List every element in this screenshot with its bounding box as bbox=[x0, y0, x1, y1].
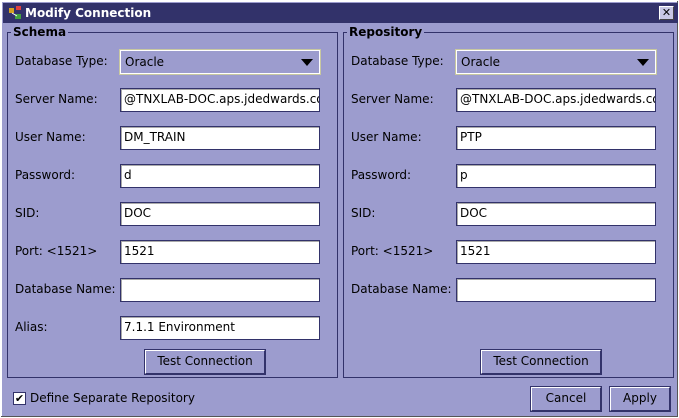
repository-server-name-row: Server Name: @TNXLAB-DOC.aps.jdedwards.c… bbox=[344, 88, 673, 112]
repository-test-connection-button[interactable]: Test Connection bbox=[481, 350, 601, 374]
repository-user-name-input[interactable]: PTP bbox=[456, 126, 656, 150]
repository-server-name-input[interactable]: @TNXLAB-DOC.aps.jdedwards.com bbox=[456, 88, 656, 112]
repository-sid-label: SID: bbox=[351, 206, 376, 220]
close-icon[interactable]: ✕ bbox=[659, 6, 674, 20]
repository-port-input[interactable]: 1521 bbox=[456, 240, 656, 264]
repository-database-name-input[interactable] bbox=[456, 278, 656, 302]
apply-button[interactable]: Apply bbox=[610, 387, 670, 411]
title-bar[interactable]: Modify Connection ✕ bbox=[3, 3, 678, 23]
schema-database-type-row: Database Type: Oracle bbox=[8, 50, 337, 74]
schema-port-row: Port: <1521> 1521 bbox=[8, 240, 337, 264]
repository-panel-title: Repository bbox=[347, 24, 425, 40]
schema-password-row: Password: d bbox=[8, 164, 337, 188]
schema-password-label: Password: bbox=[15, 168, 76, 182]
repository-user-name-label: User Name: bbox=[351, 130, 422, 144]
schema-database-type-select[interactable]: Oracle bbox=[120, 50, 320, 74]
repository-port-label: Port: <1521> bbox=[351, 244, 434, 258]
schema-database-name-input[interactable] bbox=[120, 278, 320, 302]
define-separate-repository-checkbox[interactable]: ✔ bbox=[13, 392, 26, 405]
schema-port-label: Port: <1521> bbox=[15, 244, 98, 258]
repository-port-row: Port: <1521> 1521 bbox=[344, 240, 673, 264]
schema-sid-input[interactable]: DOC bbox=[120, 202, 320, 226]
schema-panel-title: Schema bbox=[11, 24, 69, 40]
schema-sid-label: SID: bbox=[15, 206, 40, 220]
schema-user-name-input[interactable]: DM_TRAIN bbox=[120, 126, 320, 150]
repository-database-type-label: Database Type: bbox=[351, 54, 444, 68]
repository-server-name-label: Server Name: bbox=[351, 92, 434, 106]
connection-app-icon bbox=[9, 6, 21, 19]
cancel-button[interactable]: Cancel bbox=[531, 387, 601, 411]
schema-server-name-input[interactable]: @TNXLAB-DOC.aps.jdedwards.com bbox=[120, 88, 320, 112]
check-icon: ✔ bbox=[14, 392, 25, 405]
schema-test-connection-button[interactable]: Test Connection bbox=[145, 350, 265, 374]
schema-database-name-label: Database Name: bbox=[15, 282, 116, 296]
schema-database-name-row: Database Name: bbox=[8, 278, 337, 302]
repository-user-name-row: User Name: PTP bbox=[344, 126, 673, 150]
repository-database-type-row: Database Type: Oracle bbox=[344, 50, 673, 74]
schema-alias-row: Alias: 7.1.1 Environment bbox=[8, 316, 337, 340]
repository-database-name-row: Database Name: bbox=[344, 278, 673, 302]
schema-database-type-label: Database Type: bbox=[15, 54, 108, 68]
schema-server-name-row: Server Name: @TNXLAB-DOC.aps.jdedwards.c… bbox=[8, 88, 337, 112]
repository-password-row: Password: p bbox=[344, 164, 673, 188]
repository-password-input[interactable]: p bbox=[456, 164, 656, 188]
chevron-down-icon bbox=[301, 59, 313, 66]
schema-sid-row: SID: DOC bbox=[8, 202, 337, 226]
schema-password-input[interactable]: d bbox=[120, 164, 320, 188]
repository-database-name-label: Database Name: bbox=[351, 282, 452, 296]
schema-alias-label: Alias: bbox=[15, 320, 48, 334]
chevron-down-icon bbox=[637, 59, 649, 66]
window-title: Modify Connection bbox=[25, 6, 152, 20]
repository-sid-input[interactable]: DOC bbox=[456, 202, 656, 226]
repository-sid-row: SID: DOC bbox=[344, 202, 673, 226]
modify-connection-dialog: Modify Connection ✕ Schema Database Type… bbox=[0, 0, 679, 418]
schema-user-name-label: User Name: bbox=[15, 130, 86, 144]
repository-password-label: Password: bbox=[351, 168, 412, 182]
schema-server-name-label: Server Name: bbox=[15, 92, 98, 106]
schema-alias-input[interactable]: 7.1.1 Environment bbox=[120, 316, 320, 340]
schema-panel: Schema Database Type: Oracle Server Name… bbox=[7, 24, 338, 378]
repository-panel: Repository Database Type: Oracle Server … bbox=[343, 24, 674, 378]
schema-port-input[interactable]: 1521 bbox=[120, 240, 320, 264]
repository-database-type-select[interactable]: Oracle bbox=[456, 50, 656, 74]
schema-user-name-row: User Name: DM_TRAIN bbox=[8, 126, 337, 150]
schema-database-type-value: Oracle bbox=[125, 55, 165, 69]
define-separate-repository-label: Define Separate Repository bbox=[30, 391, 195, 405]
repository-database-type-value: Oracle bbox=[461, 55, 501, 69]
